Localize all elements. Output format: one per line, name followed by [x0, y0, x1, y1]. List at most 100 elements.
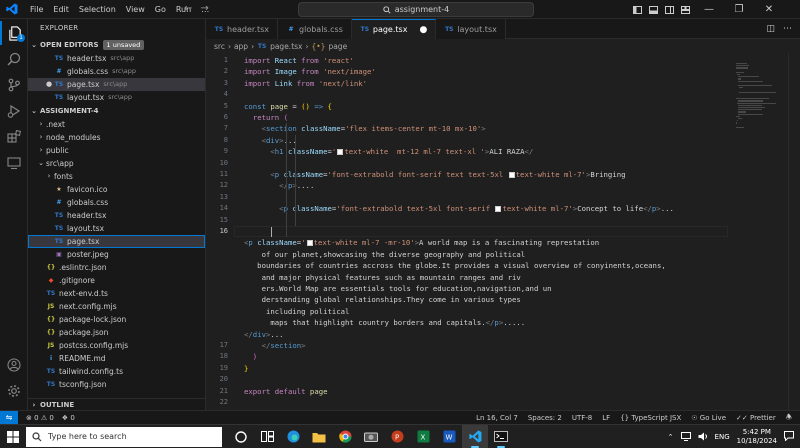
menu-item[interactable]: Edit [48, 0, 74, 19]
menu-item[interactable]: File [25, 0, 48, 19]
chrome-icon[interactable] [332, 425, 358, 448]
split-editor-icon[interactable]: ◫ [766, 24, 775, 34]
edge-browser-icon[interactable] [280, 425, 306, 448]
end-of-line[interactable]: LF [602, 414, 610, 422]
file-item[interactable]: {} .eslintrc.json [28, 261, 205, 274]
tab-header-tsx[interactable]: TS header.tsx [206, 19, 279, 39]
file-item[interactable]: ◆ .gitignore [28, 274, 205, 287]
extensions-icon[interactable] [0, 125, 28, 149]
open-editor-item[interactable]: TS header.tsx src\app [28, 52, 205, 65]
customize-layout-icon[interactable] [678, 0, 692, 19]
tab-page-tsx[interactable]: TS page.tsx ● [351, 19, 437, 39]
source-control-icon[interactable] [0, 73, 28, 97]
file-item[interactable]: ▣ poster.jpeg [28, 248, 205, 261]
open-editors-section-header[interactable]: ⌄ OPEN EDITORS 1 unsaved [28, 38, 205, 52]
volume-icon[interactable] [698, 432, 708, 443]
breadcrumb-item[interactable]: page.tsx [270, 42, 302, 51]
forward-arrow-icon[interactable]: → [200, 3, 208, 14]
color-swatch-icon[interactable] [495, 206, 502, 213]
folder-item[interactable]: › public [28, 144, 205, 157]
file-item[interactable]: # globals.css [28, 196, 205, 209]
language-indicator[interactable]: ENG [715, 433, 730, 441]
explorer-icon[interactable]: 1 [0, 21, 28, 45]
remote-indicator-icon[interactable]: ⇋ [0, 410, 18, 425]
windows-start-icon[interactable] [0, 425, 26, 448]
file-item[interactable]: TS page.tsx [28, 235, 205, 248]
code-area[interactable]: import React from 'react' import Image fr… [244, 53, 734, 410]
notifications-bell-icon[interactable]: 🕭 [786, 413, 792, 424]
remote-explorer-icon[interactable] [0, 151, 28, 175]
folder-item[interactable]: › .next [28, 118, 205, 131]
code-editor[interactable]: 1 2 3 4 5 6 7 8 9 10 11 12 13 14 15 16 17 18 19 20 21 22 impo… [206, 53, 800, 410]
project-section-header[interactable]: ⌄ ASSIGNMENT-4 [28, 104, 205, 118]
tab-layout-tsx[interactable]: TS layout.tsx [436, 19, 506, 39]
encoding[interactable]: UTF-8 [572, 414, 592, 422]
minimap[interactable] [728, 53, 788, 410]
file-item[interactable]: ★ favicon.ico [28, 183, 205, 196]
open-editor-item[interactable]: TS layout.tsx src\app [28, 91, 205, 104]
file-item[interactable]: {} package.json [28, 326, 205, 339]
color-swatch-icon[interactable] [508, 172, 515, 178]
menu-item[interactable]: View [121, 0, 150, 19]
file-item[interactable]: {} package-lock.json [28, 313, 205, 326]
breadcrumb-item[interactable]: app [234, 42, 248, 51]
clock[interactable]: 5:42 PM 10/18/2024 [737, 428, 777, 446]
file-item[interactable]: TS header.tsx [28, 209, 205, 222]
file-item[interactable]: i README.md [28, 352, 205, 365]
unsaved-dot-icon[interactable]: ● [44, 78, 54, 91]
file-item[interactable]: TS tsconfig.json [28, 378, 205, 391]
folder-item[interactable]: › node_modules [28, 131, 205, 144]
terminal-icon[interactable] [488, 425, 514, 448]
notification-center-icon[interactable] [784, 431, 794, 443]
camera-app-icon[interactable] [358, 425, 384, 448]
toggle-primary-sidebar-icon[interactable] [630, 0, 644, 19]
file-item[interactable]: TS tailwind.config.ts [28, 365, 205, 378]
tab-globals-css[interactable]: # globals.css [278, 19, 352, 39]
widgets-icon[interactable] [254, 425, 280, 448]
breadcrumb-item[interactable]: src [214, 42, 225, 51]
folder-item[interactable]: › fonts [28, 170, 205, 183]
language-mode[interactable]: {} TypeScript JSX [620, 414, 681, 422]
minimize-button[interactable]: — [694, 0, 724, 19]
menu-item[interactable]: Go [150, 0, 171, 19]
open-editor-item[interactable]: ● TS page.tsx src\app [28, 78, 205, 91]
folder-item[interactable]: ⌄ src\app [28, 157, 205, 170]
indentation[interactable]: Spaces: 2 [528, 414, 562, 422]
toggle-secondary-sidebar-icon[interactable] [662, 0, 676, 19]
unsaved-dot-icon[interactable]: ● [419, 25, 427, 35]
prettier-button[interactable]: ✓✓ Prettier [736, 414, 776, 422]
menu-item[interactable]: Selection [74, 0, 121, 19]
excel-icon[interactable]: X [410, 425, 436, 448]
word-icon[interactable]: W [436, 425, 462, 448]
powerpoint-icon[interactable]: P [384, 425, 410, 448]
color-swatch-icon[interactable] [306, 240, 313, 247]
breadcrumb-item[interactable]: page [328, 42, 347, 51]
taskbar-search-box[interactable]: Type here to search [26, 426, 222, 447]
show-hidden-icons-chevron-icon[interactable]: ⌃ [668, 433, 674, 441]
color-swatch-icon[interactable] [337, 149, 344, 156]
network-icon[interactable] [680, 431, 691, 443]
maximize-button[interactable]: ❐ [724, 0, 754, 19]
file-item[interactable]: TS layout.tsx [28, 222, 205, 235]
task-view-icon[interactable] [228, 425, 254, 448]
problems-indicator[interactable]: ⊗ 0 ⚠ 0 [26, 414, 54, 422]
vertical-scrollbar[interactable] [788, 53, 800, 410]
search-activity-icon[interactable] [0, 47, 28, 71]
more-actions-icon[interactable]: ⋯ [783, 24, 792, 34]
command-center-search[interactable]: assignment-4 [298, 2, 534, 17]
vscode-taskbar-icon[interactable] [462, 424, 488, 448]
back-arrow-icon[interactable]: ← [184, 3, 192, 14]
open-editor-item[interactable]: # globals.css src\app [28, 65, 205, 78]
run-debug-icon[interactable] [0, 99, 28, 123]
ports-indicator[interactable]: ❖ 0 [62, 414, 75, 422]
accounts-icon[interactable] [0, 353, 28, 377]
file-item[interactable]: JS postcss.config.mjs [28, 339, 205, 352]
toggle-panel-icon[interactable] [646, 0, 660, 19]
file-explorer-icon[interactable] [306, 425, 332, 448]
go-live-button[interactable]: ☉ Go Live [691, 414, 726, 422]
close-button[interactable]: ✕ [754, 0, 784, 19]
file-item[interactable]: TS next-env.d.ts [28, 287, 205, 300]
settings-gear-icon[interactable] [0, 379, 28, 403]
file-item[interactable]: JS next.config.mjs [28, 300, 205, 313]
outline-section-header[interactable]: › OUTLINE [28, 398, 206, 410]
